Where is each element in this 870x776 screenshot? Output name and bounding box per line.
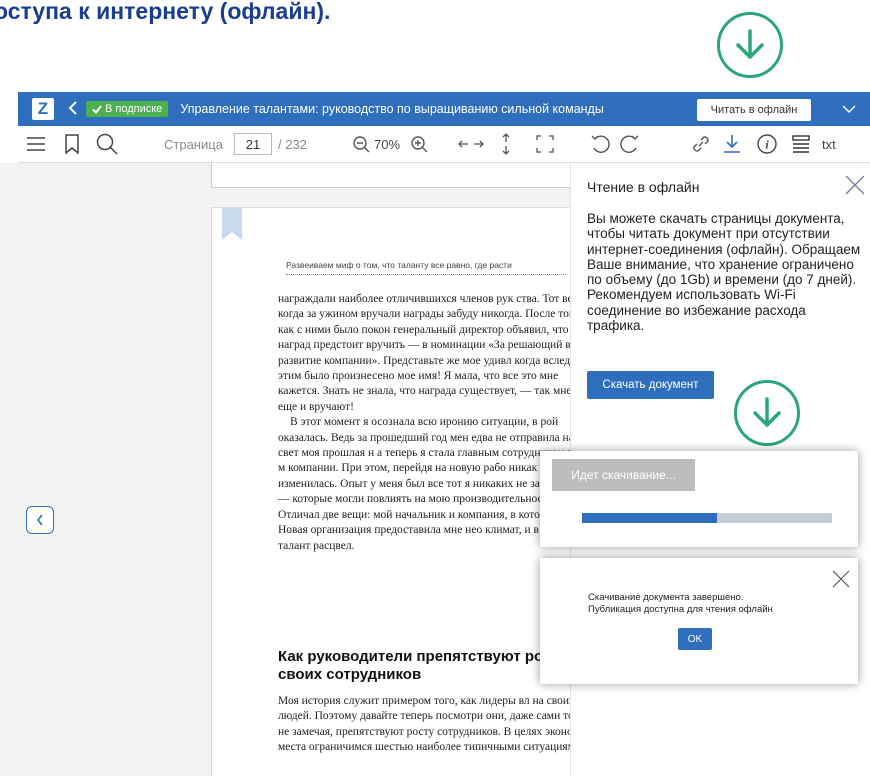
close-icon[interactable] bbox=[832, 570, 850, 588]
search-icon[interactable] bbox=[96, 126, 118, 162]
fit-width-icon[interactable] bbox=[458, 126, 484, 162]
fit-height-icon[interactable] bbox=[500, 126, 512, 162]
progress-bar bbox=[582, 513, 832, 523]
panel-description: Вы можете скачать страницы документа, чт… bbox=[587, 211, 861, 334]
bookmark-icon[interactable] bbox=[64, 126, 80, 162]
svg-text:i: i bbox=[765, 138, 769, 152]
download-document-button[interactable]: Скачать документ bbox=[587, 371, 714, 399]
layers-icon[interactable] bbox=[792, 126, 810, 162]
section-title: Как руководители препятствуют росту свои… bbox=[278, 648, 568, 683]
download-circle-icon bbox=[734, 380, 800, 446]
page-body: награждали наиболее отличившихся членов … bbox=[278, 292, 572, 554]
app-logo[interactable]: Z bbox=[32, 98, 54, 120]
info-icon[interactable]: i bbox=[756, 126, 778, 162]
completion-message: Скачивание документа завершено. Публикац… bbox=[588, 592, 848, 615]
paragraph: награждали наиболее отличившихся членов … bbox=[278, 293, 572, 413]
read-offline-button[interactable]: Читать в офлайн bbox=[697, 99, 811, 121]
chevron-left-icon bbox=[36, 514, 43, 526]
headline: оступа к интернету (офлайн). bbox=[0, 0, 331, 24]
subscription-badge: В подписке bbox=[86, 101, 169, 117]
toolbar: Страница / 232 70% i txt bbox=[18, 126, 870, 163]
zoom-in-icon[interactable] bbox=[410, 126, 428, 162]
page-total: / 232 bbox=[278, 136, 307, 152]
download-icon[interactable] bbox=[722, 126, 742, 162]
download-complete-popup: Скачивание документа завершено. Публикац… bbox=[540, 558, 858, 684]
rotate-left-icon[interactable] bbox=[590, 126, 612, 162]
chevron-down-icon[interactable] bbox=[842, 101, 856, 119]
downloading-button: Идет скачивание... bbox=[552, 459, 695, 491]
running-head: Развеиваем миф о том, что таланту все ра… bbox=[286, 260, 566, 275]
title-bar: Z В подписке Управление талантами: руков… bbox=[18, 92, 870, 126]
page-label: Страница bbox=[164, 136, 223, 152]
download-circle-icon bbox=[717, 12, 783, 78]
link-icon[interactable] bbox=[690, 126, 712, 162]
txt-button[interactable]: txt bbox=[822, 126, 836, 162]
previous-page-button[interactable] bbox=[26, 506, 54, 534]
document-page: Развеиваем миф о том, что таланту все ра… bbox=[211, 207, 572, 776]
fullscreen-icon[interactable] bbox=[536, 126, 554, 162]
page-bookmark-icon[interactable] bbox=[222, 208, 242, 240]
list-icon[interactable] bbox=[26, 126, 46, 162]
zoom-level: 70% bbox=[374, 136, 401, 152]
ok-button[interactable]: OK bbox=[678, 628, 712, 650]
paragraph: Моя история служит примером того, как ли… bbox=[278, 695, 572, 754]
previous-page bbox=[211, 163, 572, 188]
page-number-input[interactable] bbox=[234, 133, 272, 155]
check-icon bbox=[92, 104, 102, 114]
close-icon[interactable] bbox=[845, 175, 865, 195]
zoom-out-icon[interactable] bbox=[352, 126, 370, 162]
panel-title: Чтение в офлайн bbox=[587, 179, 700, 195]
chevron-left-icon[interactable] bbox=[68, 100, 78, 118]
completion-line: Скачивание документа завершено. bbox=[588, 592, 744, 603]
download-progress-popup: Идет скачивание... bbox=[540, 451, 858, 547]
paragraph: В этот момент я осознала всю иронию ситу… bbox=[278, 416, 572, 552]
progress-bar-fill bbox=[582, 513, 717, 523]
completion-line: Публикация доступна для чтения офлайн bbox=[588, 603, 773, 615]
rotate-right-icon[interactable] bbox=[618, 126, 640, 162]
subscription-badge-label: В подписке bbox=[105, 103, 163, 115]
document-title: Управление талантами: руководство по выр… bbox=[180, 102, 604, 116]
